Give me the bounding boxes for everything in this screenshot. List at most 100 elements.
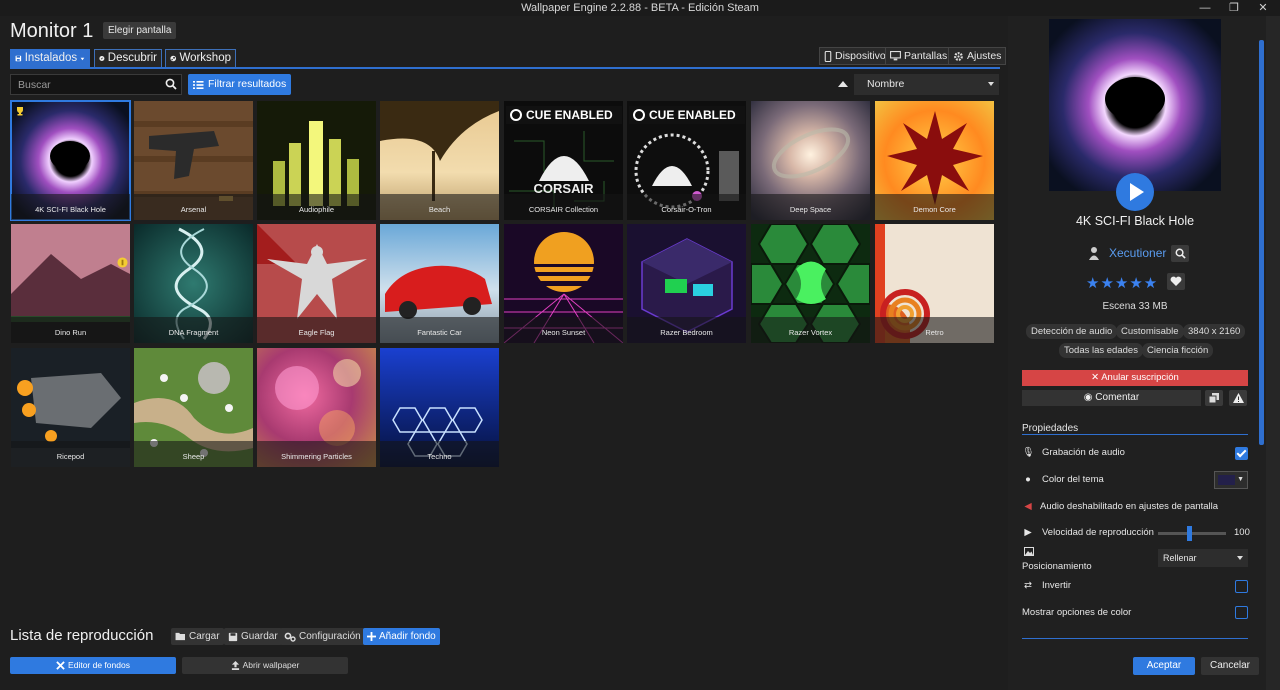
properties-end-divider [1022,638,1248,639]
play-icon[interactable] [1116,173,1154,211]
chevron-down-icon [1237,556,1243,560]
invert-checkbox[interactable] [1235,580,1248,593]
wallpaper-title: Dino Run [11,317,130,343]
tag-chip[interactable]: Detección de audio [1026,324,1118,339]
properties-title: Propiedades [1022,423,1079,434]
background-window-edge [1266,16,1280,690]
color-options-checkbox[interactable] [1235,606,1248,619]
open-wallpaper-button[interactable]: Abrir wallpaper [182,657,348,674]
wallpaper-tile[interactable]: Dino Run [11,224,130,343]
wallpaper-title: Deep Space [751,194,870,220]
playlist-config-button[interactable]: Configuración [280,628,365,645]
wallpaper-tile[interactable]: Shimmering Particles [257,348,376,467]
wallpaper-tile[interactable]: CUE ENABLED CORSAIR CORSAIR Collection [504,101,623,220]
wallpaper-title: DNA Fragment [134,317,253,343]
author-link[interactable]: Xecutioner [1109,246,1166,260]
wallpaper-title: Arsenal [134,194,253,220]
search-input[interactable] [10,74,182,95]
accept-button[interactable]: Aceptar [1133,657,1195,675]
tag-chip[interactable]: 3840 x 2160 [1183,324,1246,339]
wallpaper-tile[interactable]: Audiophile [257,101,376,220]
device-button[interactable]: Dispositivo [819,47,891,65]
wallpaper-tile[interactable]: Beach [380,101,499,220]
theme-color-row: ● Color del tema [1022,474,1104,485]
tag-chip[interactable]: Todas las edades [1059,343,1143,358]
wallpaper-tile[interactable]: Techno [380,348,499,467]
wallpaper-browser: Monitor 1 Elegir pantalla Instalados Des… [0,16,1008,690]
color-options-label: Mostrar opciones de color [1022,607,1132,618]
monitor-icon [890,51,901,61]
trophy-icon [17,107,23,116]
wallpaper-title: 4K SCI-FI Black Hole [11,194,130,220]
playback-speed-slider[interactable] [1158,526,1226,541]
wallpaper-tile[interactable]: Arsenal [134,101,253,220]
tag-chip[interactable]: Customisable [1116,324,1184,339]
wallpaper-title: Corsair-O-Tron [627,194,746,220]
wallpaper-tile[interactable]: 4K SCI-FI Black Hole [10,100,131,221]
tab-workshop[interactable]: Workshop [165,49,236,68]
wallpaper-title: 4K SCI-FI Black Hole [1075,214,1195,228]
load-playlist-button[interactable]: Cargar [171,628,224,645]
wallpaper-tile[interactable]: Sheep [134,348,253,467]
author-search-button[interactable] [1171,245,1189,262]
theme-color-picker[interactable]: ▼ [1214,471,1248,489]
save-icon [15,55,22,62]
wallpaper-tile[interactable]: DNA Fragment [134,224,253,343]
wallpaper-tile[interactable]: Neon Sunset [504,224,623,343]
wallpaper-editor-button[interactable]: Editor de fondos [10,657,176,674]
load-label: Cargar [189,631,220,642]
chevron-down-icon [988,82,994,86]
close-button[interactable]: ✕ [1248,0,1278,16]
wallpaper-tile[interactable]: Ricepod [11,348,130,467]
save-icon [228,632,238,641]
unsubscribe-button[interactable]: ✕ Anular suscripción [1022,370,1248,386]
slider-handle[interactable] [1186,526,1192,541]
favorite-button[interactable] [1167,273,1185,290]
screens-button[interactable]: Pantallas [885,47,953,65]
editor-label: Editor de fondos [68,660,130,670]
audio-recording-label: Grabación de audio [1042,447,1125,458]
report-button[interactable] [1229,390,1247,406]
wallpaper-title: Beach [380,194,499,220]
wallpaper-title: Razer Vortex [751,317,870,343]
settings-button[interactable]: Ajustes [948,47,1007,65]
upload-icon [231,661,239,670]
details-scrollbar[interactable] [1259,40,1264,445]
save-playlist-button[interactable]: Guardar [224,628,282,645]
wallpaper-tile[interactable]: Retro [875,224,994,343]
add-wallpaper-button[interactable]: Añadir fondo [363,628,440,645]
search-icon [1175,248,1186,259]
audio-recording-checkbox[interactable] [1235,447,1248,460]
cancel-button[interactable]: Cancelar [1201,657,1259,675]
phone-icon [824,50,832,62]
choose-screen-button[interactable]: Elegir pantalla [103,22,177,39]
restore-button[interactable]: ❐ [1219,0,1249,16]
copy-button[interactable] [1205,390,1223,406]
search-icon[interactable] [165,78,177,90]
preview-image [1049,19,1221,191]
wallpaper-tile[interactable]: Eagle Flag [257,224,376,343]
wallpaper-tile[interactable]: Razer Bedroom [627,224,746,343]
playback-speed-label: Velocidad de reproducción [1042,527,1154,538]
wallpaper-title: Techno [380,441,499,467]
playback-speed-value: 100 [1234,527,1250,538]
filter-results-button[interactable]: Filtrar resultados [188,74,292,95]
tab-installed[interactable]: Instalados [10,49,90,68]
wallpaper-tile[interactable]: Fantastic Car [380,224,499,343]
wallpaper-tile[interactable]: Demon Core [875,101,994,220]
wallpaper-tile[interactable]: Deep Space [751,101,870,220]
tab-discover[interactable]: Descubrir [94,49,162,68]
positioning-select[interactable]: Rellenar [1158,549,1248,567]
sort-select[interactable]: Nombre [854,74,999,95]
avatar[interactable] [1086,245,1102,261]
tag-chip[interactable]: Ciencia ficción [1142,343,1214,358]
coin-icon [117,257,128,268]
palette-icon: ● [1025,474,1031,485]
minimize-button[interactable]: — [1190,0,1220,16]
wallpaper-tile[interactable]: Razer Vortex [751,224,870,343]
rating-stars: ★★★★★ [1086,275,1159,292]
sort-direction-icon[interactable] [838,81,848,87]
wallpaper-tile[interactable]: CUE ENABLED Corsair-O-Tron [627,101,746,220]
comment-button[interactable]: ◉ Comentar [1022,390,1201,406]
folder-open-icon [175,632,185,641]
